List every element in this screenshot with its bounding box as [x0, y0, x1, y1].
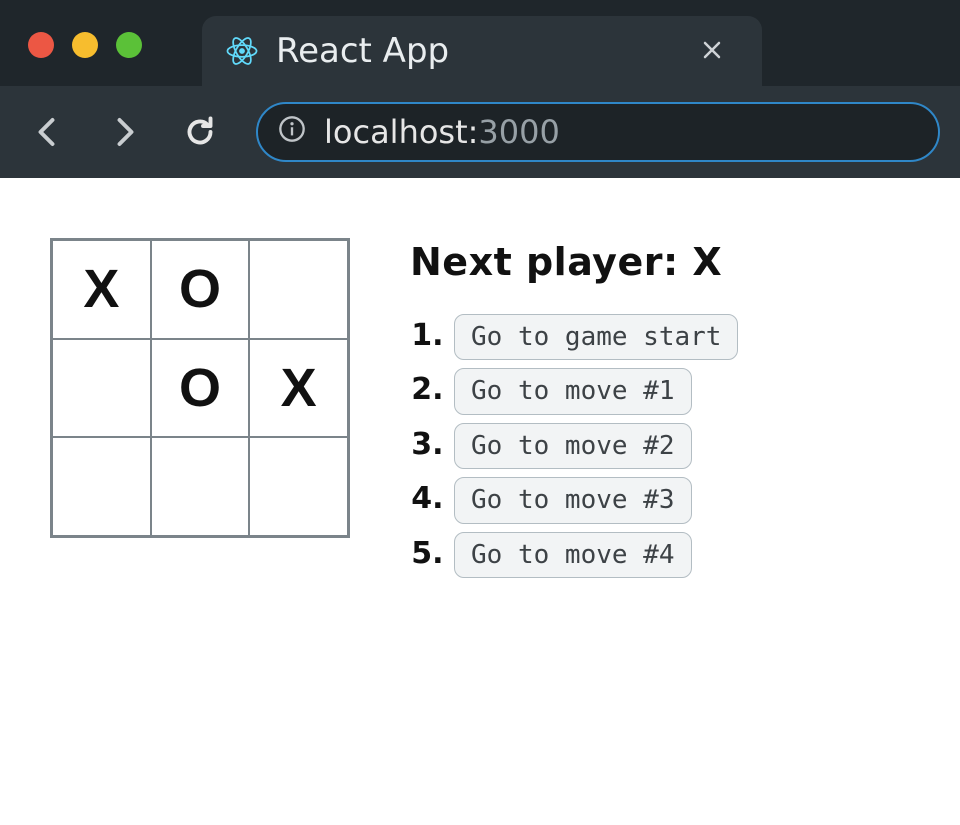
tab-title: React App — [276, 31, 449, 71]
list-item: Go to move #2 — [454, 423, 738, 469]
page-content: X O O X Next player: X Go to game start … — [0, 178, 960, 646]
game-info: Next player: X Go to game start Go to mo… — [410, 238, 738, 586]
move-history-list: Go to game start Go to move #1 Go to mov… — [410, 314, 738, 578]
react-favicon-icon — [226, 35, 258, 67]
goto-move-4-button[interactable]: Go to move #4 — [454, 532, 692, 578]
board-square-7[interactable] — [151, 437, 250, 536]
list-item: Go to move #1 — [454, 368, 738, 414]
url-port: 3000 — [478, 113, 559, 151]
board-square-3[interactable] — [52, 339, 151, 438]
site-info-icon[interactable] — [278, 113, 306, 151]
board-square-4[interactable]: O — [151, 339, 250, 438]
board-square-2[interactable] — [249, 240, 348, 339]
list-item: Go to game start — [454, 314, 738, 360]
tab-strip: React App — [0, 0, 960, 86]
url-host: localhost: — [324, 113, 478, 151]
address-bar[interactable]: localhost:3000 — [256, 102, 940, 162]
tic-tac-toe-board: X O O X — [50, 238, 350, 538]
board-square-5[interactable]: X — [249, 339, 348, 438]
board-square-0[interactable]: X — [52, 240, 151, 339]
browser-tab[interactable]: React App — [202, 16, 762, 86]
board-square-8[interactable] — [249, 437, 348, 536]
url-text: localhost:3000 — [324, 113, 560, 151]
browser-chrome: React App — [0, 0, 960, 178]
maximize-window-icon[interactable] — [116, 32, 142, 58]
list-item: Go to move #4 — [454, 532, 738, 578]
close-window-icon[interactable] — [28, 32, 54, 58]
game-status: Next player: X — [410, 240, 738, 284]
browser-toolbar: localhost:3000 — [0, 86, 960, 178]
back-button[interactable] — [28, 114, 68, 150]
board-square-6[interactable] — [52, 437, 151, 536]
goto-move-2-button[interactable]: Go to move #2 — [454, 423, 692, 469]
minimize-window-icon[interactable] — [72, 32, 98, 58]
close-tab-icon[interactable] — [694, 28, 730, 74]
window-controls — [28, 32, 142, 58]
goto-game-start-button[interactable]: Go to game start — [454, 314, 738, 360]
board-square-1[interactable]: O — [151, 240, 250, 339]
reload-button[interactable] — [180, 114, 220, 150]
forward-button[interactable] — [104, 114, 144, 150]
list-item: Go to move #3 — [454, 477, 738, 523]
goto-move-3-button[interactable]: Go to move #3 — [454, 477, 692, 523]
goto-move-1-button[interactable]: Go to move #1 — [454, 368, 692, 414]
